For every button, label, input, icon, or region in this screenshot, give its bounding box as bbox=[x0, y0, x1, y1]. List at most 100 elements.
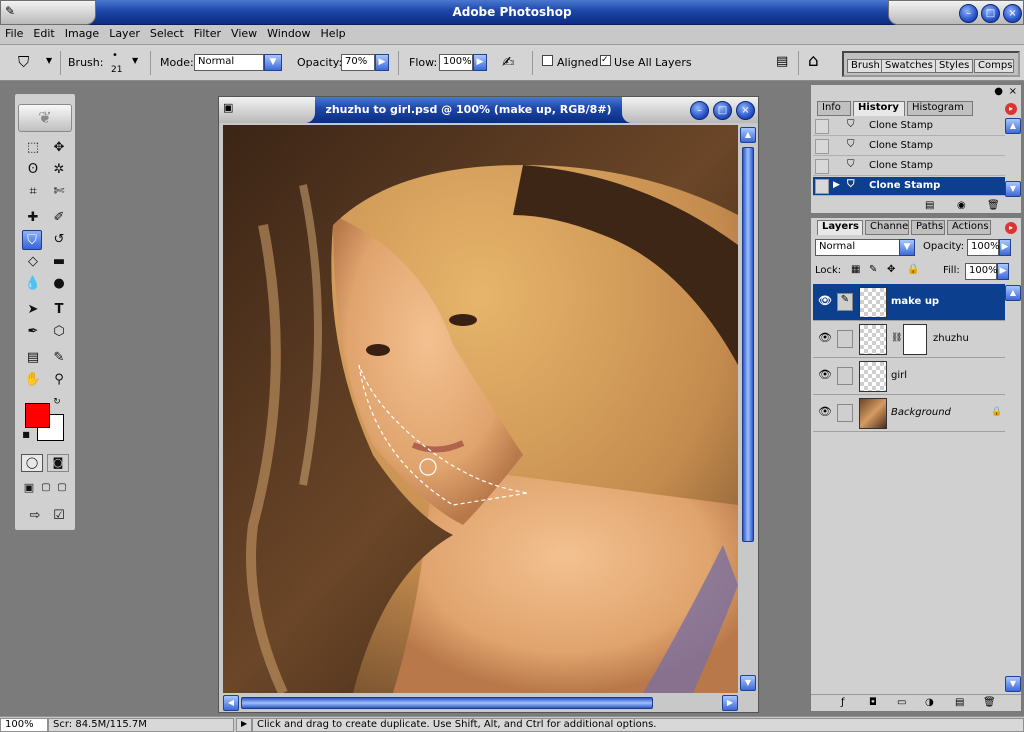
palette-menu-icon[interactable]: ▤ bbox=[776, 54, 788, 69]
scroll-down-icon[interactable]: ▼ bbox=[740, 675, 756, 691]
tab-info[interactable]: Info bbox=[817, 101, 851, 116]
history-brush-tool-icon[interactable]: ↺ bbox=[49, 230, 69, 250]
palette-collapse-icon[interactable]: ● bbox=[994, 86, 1003, 97]
layer-link-box[interactable] bbox=[837, 330, 853, 348]
document-close-button[interactable]: × bbox=[736, 101, 755, 120]
eraser-tool-icon[interactable]: ◇ bbox=[23, 252, 43, 272]
hand-tool-icon[interactable]: ✋ bbox=[23, 370, 43, 390]
zoom-field[interactable]: 100% bbox=[0, 718, 48, 732]
layer-opacity-slider-icon[interactable]: ▶ bbox=[999, 239, 1011, 256]
full-screen-mode-icon[interactable]: ▢ bbox=[55, 480, 69, 496]
minimize-button[interactable]: – bbox=[959, 4, 978, 23]
history-scroll-down-icon[interactable]: ▼ bbox=[1005, 181, 1021, 197]
new-document-from-state-icon[interactable]: ▤ bbox=[925, 200, 934, 211]
tab-histogram[interactable]: Histogram bbox=[907, 101, 973, 116]
close-button[interactable]: × bbox=[1003, 4, 1022, 23]
aligned-checkbox[interactable] bbox=[542, 55, 553, 66]
menu-file[interactable]: File bbox=[0, 25, 28, 40]
layer-row-background[interactable]: 👁 Background 🔒 bbox=[813, 395, 1005, 432]
menu-layer[interactable]: Layer bbox=[104, 25, 145, 40]
palette-close-icon[interactable]: × bbox=[1009, 86, 1017, 97]
healing-brush-tool-icon[interactable]: ✚ bbox=[23, 208, 43, 228]
layer-row-girl[interactable]: 👁 girl bbox=[813, 358, 1005, 395]
chevron-down-icon[interactable]: ▼ bbox=[46, 56, 52, 65]
maximize-button[interactable]: □ bbox=[981, 4, 1000, 23]
feather-logo-icon[interactable]: ❦ bbox=[18, 104, 72, 132]
lasso-tool-icon[interactable]: ʘ bbox=[23, 160, 43, 180]
file-browser-icon[interactable]: ⌂ bbox=[808, 51, 819, 71]
well-tab-brush[interactable]: Brush bbox=[847, 59, 884, 73]
layer-style-icon[interactable]: ƒ bbox=[841, 697, 845, 708]
new-group-icon[interactable]: ▭ bbox=[897, 697, 906, 708]
type-tool-icon[interactable]: T bbox=[49, 300, 69, 320]
marquee-tool-icon[interactable]: ⬚ bbox=[23, 138, 43, 158]
eye-icon[interactable]: 👁 bbox=[817, 368, 833, 384]
history-menu-icon[interactable]: ▸ bbox=[1005, 103, 1017, 115]
default-colors-icon[interactable]: ■ bbox=[21, 430, 31, 440]
new-snapshot-icon[interactable]: ◉ bbox=[957, 200, 966, 211]
well-tab-styles[interactable]: Styles bbox=[935, 59, 974, 73]
image-canvas[interactable] bbox=[223, 125, 738, 693]
blur-tool-icon[interactable]: 💧 bbox=[23, 274, 43, 294]
horizontal-scrollbar[interactable]: ◀ ▶ bbox=[223, 695, 738, 711]
delete-state-icon[interactable]: 🗑 bbox=[987, 200, 1000, 211]
gradient-tool-icon[interactable]: ▬ bbox=[49, 252, 69, 272]
blend-mode-dropdown-icon[interactable]: ▼ bbox=[899, 239, 915, 256]
adjustment-layer-icon[interactable]: ◑ bbox=[925, 697, 934, 708]
clone-stamp-tool-icon[interactable]: ⛉ bbox=[22, 230, 42, 250]
opacity-slider-icon[interactable]: ▶ bbox=[375, 54, 389, 71]
layer-opacity-input[interactable]: 100% bbox=[967, 239, 1000, 256]
tab-paths[interactable]: Paths bbox=[911, 220, 945, 235]
well-tab-comps[interactable]: Comps bbox=[974, 59, 1014, 73]
layer-row-make-up[interactable]: 👁 ✎ make up bbox=[813, 284, 1005, 321]
eye-icon[interactable]: 👁 bbox=[817, 294, 833, 310]
menu-image[interactable]: Image bbox=[60, 25, 104, 40]
history-item[interactable]: ⛉ Clone Stamp bbox=[813, 117, 1005, 136]
magic-wand-tool-icon[interactable]: ✲ bbox=[49, 160, 69, 180]
notes-tool-icon[interactable]: ▤ bbox=[23, 348, 43, 368]
tab-actions[interactable]: Actions bbox=[947, 220, 991, 235]
delete-layer-icon[interactable]: 🗑 bbox=[983, 697, 996, 708]
airbrush-icon[interactable]: ✍ bbox=[502, 53, 515, 71]
mode-select[interactable]: Normal bbox=[194, 54, 264, 71]
vertical-scroll-thumb[interactable] bbox=[742, 147, 754, 542]
history-item[interactable]: ⛉ Clone Stamp bbox=[813, 137, 1005, 156]
zoom-tool-icon[interactable]: ⚲ bbox=[49, 370, 69, 390]
mode-dropdown-icon[interactable]: ▼ bbox=[264, 54, 282, 71]
menu-filter[interactable]: Filter bbox=[189, 25, 226, 40]
scroll-right-icon[interactable]: ▶ bbox=[722, 695, 738, 711]
swap-colors-icon[interactable]: ↻ bbox=[51, 396, 63, 408]
crop-tool-icon[interactable]: ⌗ bbox=[23, 182, 43, 202]
tab-history[interactable]: History bbox=[853, 101, 905, 116]
flow-input[interactable]: 100% bbox=[439, 54, 473, 71]
tab-channels[interactable]: Channels bbox=[865, 220, 909, 235]
tab-layers[interactable]: Layers bbox=[817, 220, 863, 235]
layers-scroll-down-icon[interactable]: ▼ bbox=[1005, 676, 1021, 692]
new-layer-icon[interactable]: ▤ bbox=[955, 697, 964, 708]
brush-dot-icon[interactable]: • bbox=[112, 50, 118, 61]
document-minimize-button[interactable]: – bbox=[690, 101, 709, 120]
layers-scroll-up-icon[interactable]: ▲ bbox=[1005, 285, 1021, 301]
edit-in-imageready-icon[interactable]: ☑ bbox=[49, 506, 69, 526]
well-tab-swatches[interactable]: Swatches bbox=[881, 59, 937, 73]
menu-view[interactable]: View bbox=[226, 25, 262, 40]
eye-icon[interactable]: 👁 bbox=[817, 331, 833, 347]
layer-row-zhuzhu[interactable]: 👁 ⛓ zhuzhu bbox=[813, 321, 1005, 358]
menu-window[interactable]: Window bbox=[262, 25, 315, 40]
scroll-left-icon[interactable]: ◀ bbox=[223, 695, 239, 711]
foreground-color-swatch[interactable] bbox=[25, 403, 50, 428]
standard-mode-icon[interactable]: ◯ bbox=[21, 454, 43, 472]
shape-tool-icon[interactable]: ⬡ bbox=[49, 322, 69, 342]
menu-help[interactable]: Help bbox=[316, 25, 351, 40]
quick-mask-mode-icon[interactable]: ◙ bbox=[47, 454, 69, 472]
full-screen-menu-mode-icon[interactable]: ▢ bbox=[39, 480, 53, 496]
use-all-layers-checkbox[interactable]: ✓ bbox=[600, 55, 611, 66]
blend-mode-select[interactable]: Normal bbox=[815, 239, 901, 256]
eye-icon[interactable]: 👁 bbox=[817, 405, 833, 421]
brush-link-icon[interactable]: ✎ bbox=[837, 293, 853, 311]
lock-transparency-icon[interactable]: ▦ bbox=[851, 264, 860, 275]
flow-slider-icon[interactable]: ▶ bbox=[473, 54, 487, 71]
scroll-up-icon[interactable]: ▲ bbox=[740, 127, 756, 143]
layers-menu-icon[interactable]: ▸ bbox=[1005, 222, 1017, 234]
status-menu-arrow-icon[interactable]: ▶ bbox=[236, 718, 252, 732]
